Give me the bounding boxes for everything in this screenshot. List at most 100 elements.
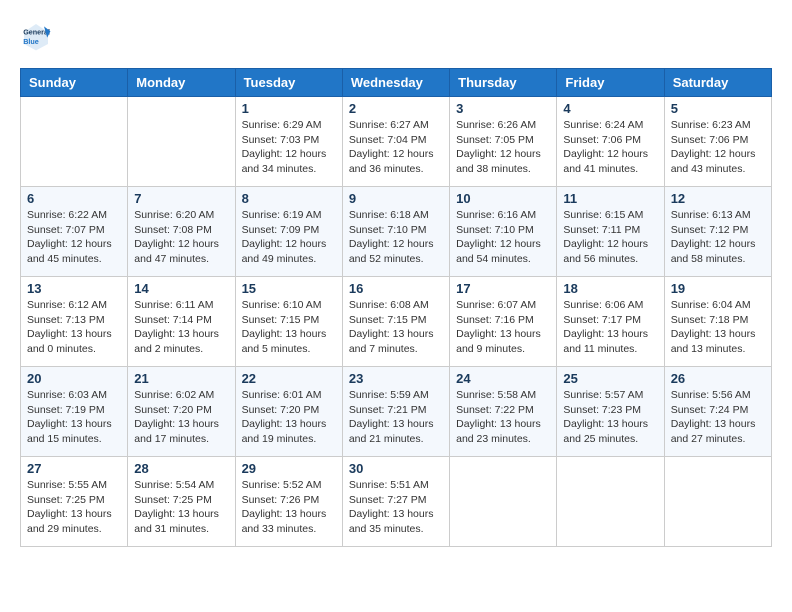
weekday-header-sunday: Sunday xyxy=(21,69,128,97)
day-cell: 25 Sunrise: 5:57 AM Sunset: 7:23 PM Dayli… xyxy=(557,367,664,457)
week-row-2: 6 Sunrise: 6:22 AM Sunset: 7:07 PM Daylig… xyxy=(21,187,772,277)
day-cell xyxy=(557,457,664,547)
day-info: Sunrise: 6:01 AM Sunset: 7:20 PM Dayligh… xyxy=(242,388,336,447)
weekday-header-monday: Monday xyxy=(128,69,235,97)
week-row-1: 1 Sunrise: 6:29 AM Sunset: 7:03 PM Daylig… xyxy=(21,97,772,187)
day-info: Sunrise: 6:10 AM Sunset: 7:15 PM Dayligh… xyxy=(242,298,336,357)
day-cell: 8Sunrise: 6:19 AM Sunset: 7:09 PM Daylig… xyxy=(235,187,342,277)
day-cell: 17 Sunrise: 6:07 AM Sunset: 7:16 PM Dayli… xyxy=(450,277,557,367)
day-number: 27 xyxy=(27,461,121,476)
day-cell: 15 Sunrise: 6:10 AM Sunset: 7:15 PM Dayli… xyxy=(235,277,342,367)
day-info: Sunrise: 5:59 AM Sunset: 7:21 PM Dayligh… xyxy=(349,388,443,447)
day-number: 1 xyxy=(242,101,336,116)
day-cell: 16 Sunrise: 6:08 AM Sunset: 7:15 PM Dayli… xyxy=(342,277,449,367)
day-info: Sunrise: 6:22 AM Sunset: 7:07 PM Dayligh… xyxy=(27,208,121,267)
day-info: Sunrise: 6:03 AM Sunset: 7:19 PM Dayligh… xyxy=(27,388,121,447)
calendar-table: SundayMondayTuesdayWednesdayThursdayFrid… xyxy=(20,68,772,547)
day-cell xyxy=(450,457,557,547)
weekday-header-wednesday: Wednesday xyxy=(342,69,449,97)
day-info: Sunrise: 6:24 AM Sunset: 7:06 PM Dayligh… xyxy=(563,118,657,177)
day-cell: 3 Sunrise: 6:26 AM Sunset: 7:05 PM Daylig… xyxy=(450,97,557,187)
logo: General Blue xyxy=(20,20,56,52)
day-cell xyxy=(128,97,235,187)
day-number: 3 xyxy=(456,101,550,116)
day-info: Sunrise: 6:26 AM Sunset: 7:05 PM Dayligh… xyxy=(456,118,550,177)
day-number: 25 xyxy=(563,371,657,386)
day-info: Sunrise: 6:15 AM Sunset: 7:11 PM Dayligh… xyxy=(563,208,657,267)
day-number: 9 xyxy=(349,191,443,206)
day-number: 20 xyxy=(27,371,121,386)
day-number: 15 xyxy=(242,281,336,296)
day-cell: 7 Sunrise: 6:20 AM Sunset: 7:08 PM Daylig… xyxy=(128,187,235,277)
day-number: 5 xyxy=(671,101,765,116)
day-info: Sunrise: 6:19 AM Sunset: 7:09 PM Dayligh… xyxy=(242,208,336,267)
day-info: Sunrise: 6:13 AM Sunset: 7:12 PM Dayligh… xyxy=(671,208,765,267)
day-info: Sunrise: 6:23 AM Sunset: 7:06 PM Dayligh… xyxy=(671,118,765,177)
weekday-header-saturday: Saturday xyxy=(664,69,771,97)
week-row-3: 13 Sunrise: 6:12 AM Sunset: 7:13 PM Dayli… xyxy=(21,277,772,367)
day-info: Sunrise: 6:07 AM Sunset: 7:16 PM Dayligh… xyxy=(456,298,550,357)
day-info: Sunrise: 6:16 AM Sunset: 7:10 PM Dayligh… xyxy=(456,208,550,267)
day-number: 2 xyxy=(349,101,443,116)
weekday-header-tuesday: Tuesday xyxy=(235,69,342,97)
day-cell: 21 Sunrise: 6:02 AM Sunset: 7:20 PM Dayli… xyxy=(128,367,235,457)
day-number: 26 xyxy=(671,371,765,386)
day-number: 13 xyxy=(27,281,121,296)
page-header: General Blue xyxy=(20,20,772,52)
day-cell: 11 Sunrise: 6:15 AM Sunset: 7:11 PM Dayli… xyxy=(557,187,664,277)
day-cell: 9 Sunrise: 6:18 AM Sunset: 7:10 PM Daylig… xyxy=(342,187,449,277)
day-info: Sunrise: 6:18 AM Sunset: 7:10 PM Dayligh… xyxy=(349,208,443,267)
day-number: 21 xyxy=(134,371,228,386)
day-number: 12 xyxy=(671,191,765,206)
day-info: Sunrise: 5:58 AM Sunset: 7:22 PM Dayligh… xyxy=(456,388,550,447)
day-number: 30 xyxy=(349,461,443,476)
day-number: 4 xyxy=(563,101,657,116)
day-cell: 12 Sunrise: 6:13 AM Sunset: 7:12 PM Dayli… xyxy=(664,187,771,277)
day-cell: 14 Sunrise: 6:11 AM Sunset: 7:14 PM Dayli… xyxy=(128,277,235,367)
day-cell: 23Sunrise: 5:59 AM Sunset: 7:21 PM Dayli… xyxy=(342,367,449,457)
day-number: 6 xyxy=(27,191,121,206)
day-cell: 29Sunrise: 5:52 AM Sunset: 7:26 PM Dayli… xyxy=(235,457,342,547)
day-cell: 22 Sunrise: 6:01 AM Sunset: 7:20 PM Dayli… xyxy=(235,367,342,457)
day-number: 22 xyxy=(242,371,336,386)
day-cell: 6 Sunrise: 6:22 AM Sunset: 7:07 PM Daylig… xyxy=(21,187,128,277)
day-info: Sunrise: 6:04 AM Sunset: 7:18 PM Dayligh… xyxy=(671,298,765,357)
day-info: Sunrise: 6:29 AM Sunset: 7:03 PM Dayligh… xyxy=(242,118,336,177)
day-cell: 26Sunrise: 5:56 AM Sunset: 7:24 PM Dayli… xyxy=(664,367,771,457)
logo-icon: General Blue xyxy=(20,20,52,52)
day-number: 7 xyxy=(134,191,228,206)
day-info: Sunrise: 6:06 AM Sunset: 7:17 PM Dayligh… xyxy=(563,298,657,357)
day-info: Sunrise: 6:20 AM Sunset: 7:08 PM Dayligh… xyxy=(134,208,228,267)
day-cell: 4 Sunrise: 6:24 AM Sunset: 7:06 PM Daylig… xyxy=(557,97,664,187)
day-cell xyxy=(664,457,771,547)
day-cell: 19 Sunrise: 6:04 AM Sunset: 7:18 PM Dayli… xyxy=(664,277,771,367)
day-number: 11 xyxy=(563,191,657,206)
day-info: Sunrise: 6:08 AM Sunset: 7:15 PM Dayligh… xyxy=(349,298,443,357)
day-cell: 27 Sunrise: 5:55 AM Sunset: 7:25 PM Dayli… xyxy=(21,457,128,547)
day-number: 14 xyxy=(134,281,228,296)
weekday-header-friday: Friday xyxy=(557,69,664,97)
day-number: 17 xyxy=(456,281,550,296)
day-cell xyxy=(21,97,128,187)
day-cell: 24Sunrise: 5:58 AM Sunset: 7:22 PM Dayli… xyxy=(450,367,557,457)
day-cell: 18 Sunrise: 6:06 AM Sunset: 7:17 PM Dayli… xyxy=(557,277,664,367)
svg-text:Blue: Blue xyxy=(23,37,39,46)
day-info: Sunrise: 5:54 AM Sunset: 7:25 PM Dayligh… xyxy=(134,478,228,537)
week-row-4: 20 Sunrise: 6:03 AM Sunset: 7:19 PM Dayli… xyxy=(21,367,772,457)
day-info: Sunrise: 6:27 AM Sunset: 7:04 PM Dayligh… xyxy=(349,118,443,177)
day-cell: 13 Sunrise: 6:12 AM Sunset: 7:13 PM Dayli… xyxy=(21,277,128,367)
day-number: 10 xyxy=(456,191,550,206)
day-cell: 28Sunrise: 5:54 AM Sunset: 7:25 PM Dayli… xyxy=(128,457,235,547)
week-row-5: 27 Sunrise: 5:55 AM Sunset: 7:25 PM Dayli… xyxy=(21,457,772,547)
day-number: 29 xyxy=(242,461,336,476)
day-info: Sunrise: 5:57 AM Sunset: 7:23 PM Dayligh… xyxy=(563,388,657,447)
day-info: Sunrise: 6:02 AM Sunset: 7:20 PM Dayligh… xyxy=(134,388,228,447)
day-info: Sunrise: 5:55 AM Sunset: 7:25 PM Dayligh… xyxy=(27,478,121,537)
weekday-header-thursday: Thursday xyxy=(450,69,557,97)
day-number: 19 xyxy=(671,281,765,296)
day-info: Sunrise: 6:11 AM Sunset: 7:14 PM Dayligh… xyxy=(134,298,228,357)
day-number: 18 xyxy=(563,281,657,296)
day-info: Sunrise: 6:12 AM Sunset: 7:13 PM Dayligh… xyxy=(27,298,121,357)
day-number: 16 xyxy=(349,281,443,296)
day-cell: 20 Sunrise: 6:03 AM Sunset: 7:19 PM Dayli… xyxy=(21,367,128,457)
